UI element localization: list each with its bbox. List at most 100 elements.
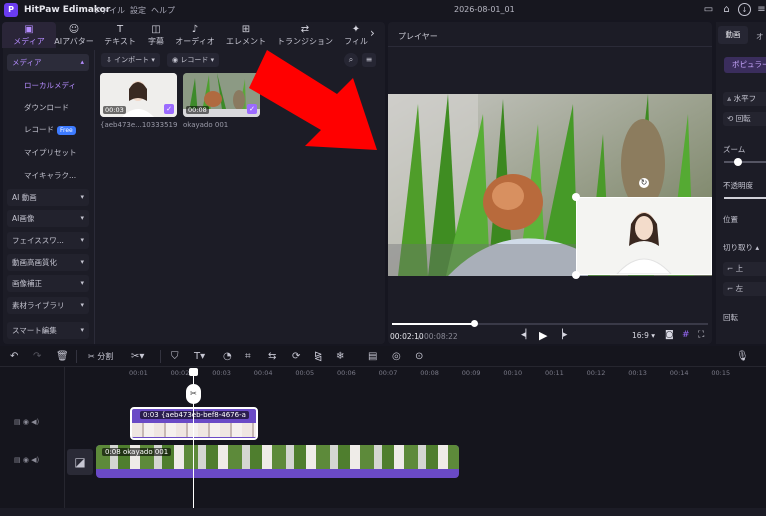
gauge-icon[interactable]: ◔ <box>223 351 232 363</box>
flip-horizontal-button[interactable]: ⩓ 水平フ <box>723 92 766 106</box>
player-title: プレイヤー <box>398 32 438 41</box>
rotate-button[interactable]: ⟲ 回転 <box>723 112 766 126</box>
undo-icon[interactable]: ↶ <box>10 351 18 363</box>
prev-frame-icon[interactable]: ◂▏ <box>521 330 532 340</box>
sidebar-item-download[interactable]: ダウンロード <box>7 99 89 116</box>
layout-icon[interactable]: ▭ <box>702 3 715 16</box>
speed-icon[interactable]: ✂▾ <box>131 351 144 363</box>
tab-video-props[interactable]: 動画 <box>718 26 748 44</box>
record-button[interactable]: ◉ レコード ▾ <box>167 53 220 67</box>
sidebar-item-media[interactable]: メディア ▴ <box>7 54 89 71</box>
clip-frames <box>132 423 256 437</box>
media-thumb-1[interactable]: 00:03 ✓ <box>100 73 177 117</box>
flip-label: 水平フ <box>733 94 757 103</box>
sidebar-item-record[interactable]: レコード Free <box>7 121 89 138</box>
microphone-icon[interactable]: 🎙 <box>736 351 749 363</box>
redo-icon[interactable]: ↷ <box>33 351 41 363</box>
sidebar-item-smart-edit[interactable]: スマート編集 ▾ <box>7 322 89 339</box>
sidebar-item-image-fix[interactable]: 画像補正 ▾ <box>7 275 89 292</box>
media-name-2: okayado 001 <box>183 121 229 129</box>
position-label: 位置 <box>723 215 738 224</box>
timeline-clip-overlay[interactable]: 0:03 {aeb473eb-bef8-4676-a <box>130 407 258 440</box>
ruler-tick-label: 00:15 <box>711 369 731 377</box>
crop-left-field[interactable]: ⌐ 左 <box>723 282 766 296</box>
playhead-handle[interactable] <box>189 368 198 376</box>
split-button[interactable]: ✂ 分割 <box>88 351 113 363</box>
download-icon[interactable]: ↓ <box>738 3 751 16</box>
zoom-slider-handle[interactable] <box>734 158 742 166</box>
tab-element-label: エレメント <box>226 37 266 46</box>
chevron-down-icon: ▾ <box>80 279 84 287</box>
subtitle-tool-icon[interactable]: ▤ <box>368 351 377 363</box>
sidebar-item-face-swap[interactable]: フェイススワ... ▾ <box>7 232 89 249</box>
loop-icon[interactable]: ⟳ <box>292 351 300 363</box>
next-frame-icon[interactable]: ▕▸ <box>556 330 567 340</box>
smart-icon[interactable]: ⊙ <box>415 351 423 363</box>
tab-audio[interactable]: ♪ オーディオ <box>168 22 222 48</box>
resize-handle[interactable] <box>572 193 580 201</box>
sidebar-ai-video-label: AI 動画 <box>12 193 37 202</box>
mirror-icon[interactable]: ⧎ <box>314 351 322 363</box>
aspect-ratio-select[interactable]: 16:9 ▾ <box>632 331 655 340</box>
menu-icon[interactable]: ≡ <box>755 3 766 16</box>
record-label: レコード <box>180 56 209 64</box>
chevron-right-icon[interactable]: › <box>370 26 375 40</box>
sidebar-item-ai-image[interactable]: AI画像 ▾ <box>7 210 89 227</box>
tab-audio-props[interactable]: オ <box>756 31 764 42</box>
play-icon[interactable]: ▶ <box>539 329 547 342</box>
shield-icon[interactable]: ⛉ <box>171 351 179 363</box>
reverse-icon[interactable]: ⇆ <box>268 351 276 363</box>
scissors-icon[interactable]: ✂ <box>186 384 201 404</box>
timeline-scrollbar[interactable] <box>0 508 766 516</box>
cart-icon[interactable]: ⌂ <box>720 3 733 16</box>
sidebar-item-video-hd[interactable]: 動画高画質化 ▾ <box>7 254 89 271</box>
menu-file[interactable]: ファイル <box>93 5 125 16</box>
overlay-video[interactable] <box>576 197 712 275</box>
ruler-tick-label: 00:04 <box>253 369 273 377</box>
tab-element[interactable]: ⊞ エレメント <box>219 22 273 48</box>
avatar-tool-icon[interactable]: ◎ <box>392 351 401 363</box>
sidebar-smart-edit-label: スマート編集 <box>12 326 57 335</box>
crop-top-field[interactable]: ⌐ 上 <box>723 262 766 276</box>
fullscreen-icon[interactable]: ⛶ <box>698 330 704 340</box>
delete-icon[interactable]: 🗑 <box>56 351 69 363</box>
chevron-down-icon: ▾ <box>80 193 84 201</box>
sidebar-face-swap-label: フェイススワ... <box>12 236 64 245</box>
ruler-tick-label: 00:11 <box>545 369 564 377</box>
track-controls-2[interactable]: ▤ ◉ ◀) <box>14 456 39 464</box>
text-tool-icon[interactable]: T▾ <box>194 351 205 363</box>
timeline-clip-main[interactable]: 0:08 okayado 001 <box>96 445 459 478</box>
opacity-slider[interactable] <box>724 197 766 199</box>
menu-help[interactable]: ヘルプ <box>151 5 175 16</box>
tab-transition[interactable]: ⇄ トランジション <box>271 22 339 48</box>
sidebar-item-ai-video[interactable]: AI 動画 ▾ <box>7 189 89 206</box>
sidebar-image-fix-label: 画像補正 <box>12 279 42 288</box>
sidebar-asset-library-label: 素材ライブラリ <box>12 301 65 310</box>
ruler-tick-label: 00:03 <box>212 369 231 377</box>
sidebar-item-my-character[interactable]: マイキャラク... <box>7 167 89 184</box>
grid-icon[interactable]: # <box>682 330 690 340</box>
popular-button[interactable]: ポピュラー <box>724 57 766 73</box>
zoom-slider[interactable] <box>724 161 766 163</box>
player-progress-track[interactable] <box>392 323 708 325</box>
track-header-divider <box>64 366 65 516</box>
freeze-icon[interactable]: ❄ <box>336 351 344 363</box>
sidebar-divider <box>94 50 95 344</box>
rotate-handle-icon[interactable]: ↻ <box>639 178 649 188</box>
sidebar-item-local-media[interactable]: ローカルメディ <box>7 77 89 94</box>
snapshot-icon[interactable]: ◙ <box>665 330 674 340</box>
sidebar-item-my-preset[interactable]: マイプリセット <box>7 144 89 161</box>
chevron-up-icon: ▴ <box>80 58 84 66</box>
cover-image-icon[interactable]: ◪ <box>67 449 93 475</box>
import-button[interactable]: ⇩ インポート ▾ <box>101 53 160 67</box>
player-divider <box>388 46 712 47</box>
menu-settings[interactable]: 設定 <box>130 5 146 16</box>
track-controls-1[interactable]: ▤ ◉ ◀) <box>14 418 39 426</box>
sidebar-item-asset-library[interactable]: 素材ライブラリ ▾ <box>7 297 89 314</box>
ruler-tick-label: 00:06 <box>337 369 356 377</box>
resize-handle[interactable] <box>572 271 580 279</box>
free-badge: Free <box>57 126 76 135</box>
ruler-tick-label: 00:08 <box>420 369 439 377</box>
chevron-down-icon: ▾ <box>80 301 84 309</box>
crop-icon[interactable]: ⌗ <box>245 351 251 363</box>
